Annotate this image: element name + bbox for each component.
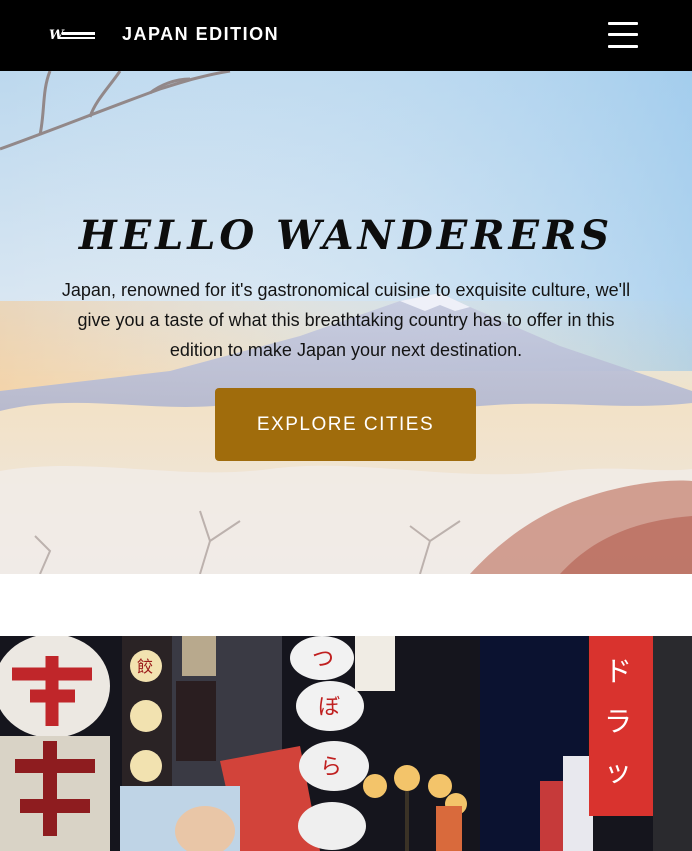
hero-description: Japan, renowned for it's gastronomical c… xyxy=(61,280,631,360)
svg-text:つ: つ xyxy=(312,647,334,672)
explore-cities-button[interactable]: EXPLORE CITIES xyxy=(215,388,476,461)
hero-section: HELLO WANDERERS Japan, renowned for it's… xyxy=(0,71,692,574)
top-navigation-bar: W JAPAN EDITION xyxy=(0,0,692,71)
hamburger-menu-icon[interactable] xyxy=(606,19,640,53)
svg-text:ぼ: ぼ xyxy=(318,695,340,720)
svg-text:ッ: ッ xyxy=(604,755,632,788)
edition-title: JAPAN EDITION xyxy=(122,24,280,44)
osaka-dotonbori-night-image: 餃 つ ぼ ら ド ラ ッ xyxy=(0,636,692,851)
svg-text:餃: 餃 xyxy=(137,657,153,676)
city-image-section: 餃 つ ぼ ら ド ラ ッ xyxy=(0,636,692,851)
hero-title: HELLO WANDERERS xyxy=(78,211,614,259)
svg-text:W: W xyxy=(49,28,65,43)
svg-text:ら: ら xyxy=(320,755,342,780)
wanderer-logo-icon[interactable]: W xyxy=(49,27,97,43)
svg-text:ラ: ラ xyxy=(604,705,632,738)
svg-text:ド: ド xyxy=(604,655,632,688)
